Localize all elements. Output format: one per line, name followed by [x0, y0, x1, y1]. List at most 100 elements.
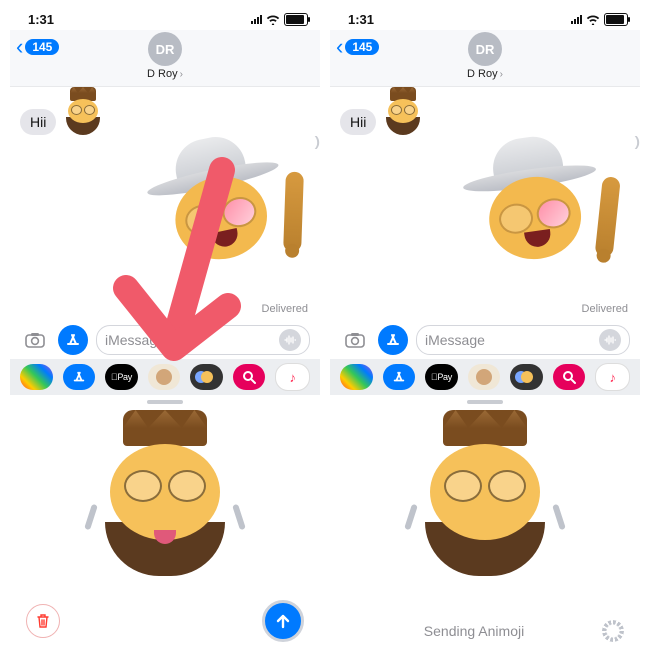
prev-memoji-peek[interactable] [330, 460, 358, 554]
photos-app-button[interactable] [340, 364, 373, 390]
message-input[interactable]: iMessage [96, 325, 310, 355]
back-button[interactable]: ‹ 145 [16, 36, 59, 58]
sound-icon: )) [315, 133, 316, 149]
message-input[interactable]: iMessage [416, 325, 630, 355]
message-placeholder: iMessage [425, 332, 485, 348]
store-app-button[interactable] [383, 364, 416, 390]
delivered-label: Delivered [262, 303, 308, 315]
incoming-message[interactable]: Hii [340, 109, 376, 135]
app-store-icon [385, 332, 401, 348]
signal-icon [251, 14, 262, 24]
app-strip[interactable]: Pay ♪ [10, 359, 320, 395]
delete-button[interactable] [26, 604, 60, 638]
trash-icon [36, 613, 50, 629]
voice-message-button[interactable] [279, 329, 301, 351]
incoming-message[interactable]: Hii [20, 109, 56, 135]
memoji-app-button[interactable] [190, 364, 223, 390]
wifi-icon [586, 14, 600, 25]
wifi-icon [266, 14, 280, 25]
status-bar: 1:31 [10, 6, 320, 30]
chevron-left-icon: ‹ [336, 36, 343, 58]
arrow-up-icon [275, 613, 291, 629]
incoming-memoji-sticker [60, 87, 106, 141]
nav-header: ‹ 145 DR D Roy › [10, 30, 320, 87]
unread-badge: 145 [345, 39, 379, 55]
status-time: 1:31 [28, 12, 54, 27]
outgoing-memoji-sticker[interactable] [131, 123, 311, 311]
monkey-icon [476, 369, 492, 385]
camera-button[interactable] [20, 325, 50, 355]
input-row: iMessage [10, 321, 320, 359]
memoji-drawer [10, 400, 320, 644]
app-store-button[interactable] [58, 325, 88, 355]
app-store-icon [392, 370, 406, 384]
sound-icon: )) [635, 133, 636, 149]
delivered-label: Delivered [582, 303, 628, 315]
camera-icon [345, 332, 365, 348]
back-button[interactable]: ‹ 145 [336, 36, 379, 58]
loading-spinner-icon [602, 620, 624, 642]
status-right [251, 13, 308, 26]
waveform-icon [284, 335, 296, 345]
drawer-grabber[interactable] [147, 400, 183, 404]
message-placeholder: iMessage [105, 332, 165, 348]
contact-name: D Roy › [467, 68, 503, 80]
memoji-app-button[interactable] [510, 364, 543, 390]
status-bar: 1:31 [330, 6, 640, 30]
animoji-app-button[interactable] [148, 364, 181, 390]
status-right [571, 13, 628, 26]
battery-icon [284, 13, 308, 26]
next-memoji-peek[interactable] [612, 460, 640, 554]
memoji-icon [521, 371, 533, 383]
chat-area: Hii )) Delivered [10, 87, 320, 321]
chevron-right-icon: › [180, 69, 183, 80]
unread-badge: 145 [25, 39, 59, 55]
prev-memoji-peek[interactable] [10, 460, 38, 554]
nav-header: ‹ 145 DR D Roy › [330, 30, 640, 87]
waveform-icon [604, 335, 616, 345]
memoji-icon [201, 371, 213, 383]
phone-left: 1:31 ‹ 145 DR D Roy › [10, 6, 320, 644]
avatar: DR [148, 32, 182, 66]
camera-icon [25, 332, 45, 348]
contact-header[interactable]: DR D Roy › [147, 32, 183, 80]
send-button[interactable] [262, 600, 304, 642]
music-app-button[interactable]: ♪ [275, 363, 310, 391]
app-store-icon [65, 332, 81, 348]
outgoing-memoji-sticker[interactable] [450, 127, 621, 306]
chevron-left-icon: ‹ [16, 36, 23, 58]
memoji-preview[interactable] [405, 410, 565, 576]
drawer-grabber[interactable] [467, 400, 503, 404]
store-app-button[interactable] [63, 364, 96, 390]
status-time: 1:31 [348, 12, 374, 27]
next-memoji-peek[interactable] [292, 460, 320, 554]
memoji-drawer: Sending Animoji [330, 400, 640, 644]
voice-message-button[interactable] [599, 329, 621, 351]
drawer-actions [10, 600, 320, 642]
sending-label: Sending Animoji [424, 623, 524, 639]
two-screenshots: 1:31 ‹ 145 DR D Roy › [0, 0, 650, 650]
images-search-app-button[interactable] [553, 364, 586, 390]
app-store-icon [72, 370, 86, 384]
input-row: iMessage [330, 321, 640, 359]
photos-app-button[interactable] [20, 364, 53, 390]
drawer-actions: Sending Animoji [330, 620, 640, 642]
chat-area: Hii )) Delivered [330, 87, 640, 321]
incoming-memoji-sticker [380, 87, 426, 141]
app-store-button[interactable] [378, 325, 408, 355]
phone-right: 1:31 ‹ 145 DR D Roy › [330, 6, 640, 644]
apple-pay-app-button[interactable]: Pay [105, 364, 138, 390]
signal-icon [571, 14, 582, 24]
memoji-preview[interactable] [85, 410, 245, 544]
avatar: DR [468, 32, 502, 66]
battery-icon [604, 13, 628, 26]
camera-button[interactable] [340, 325, 370, 355]
apple-pay-app-button[interactable]: Pay [425, 364, 458, 390]
contact-header[interactable]: DR D Roy › [467, 32, 503, 80]
contact-name: D Roy › [147, 68, 183, 80]
chevron-right-icon: › [500, 69, 503, 80]
app-strip[interactable]: Pay ♪ [330, 359, 640, 395]
images-search-app-button[interactable] [233, 364, 266, 390]
music-app-button[interactable]: ♪ [595, 363, 630, 391]
animoji-app-button[interactable] [468, 364, 501, 390]
